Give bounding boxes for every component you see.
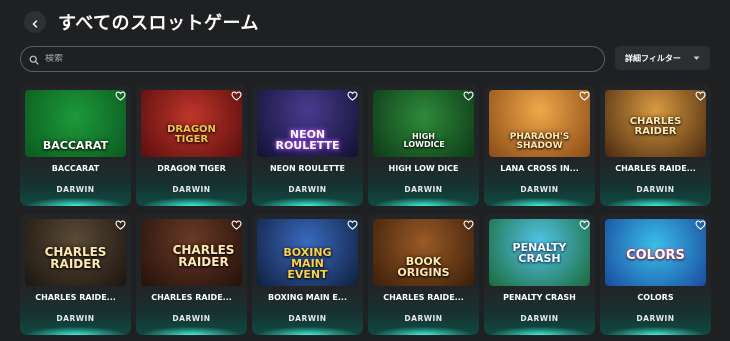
heart-outline-icon[interactable] xyxy=(694,219,706,231)
thumbnail-logo: HIGH LOWDICE xyxy=(403,132,445,149)
game-thumbnail[interactable]: CHARLES RAIDER xyxy=(141,219,242,286)
game-name: CHARLES RAIDE... xyxy=(383,293,464,302)
game-card[interactable]: NEON ROULETTE NEON ROULETTE DARWIN xyxy=(252,85,363,206)
filter-label: 詳細フィルター xyxy=(625,53,681,63)
game-thumbnail[interactable]: HIGH LOWDICE xyxy=(373,90,474,157)
game-card[interactable]: PENALTY CRASH PENALTY CRASH DARWIN xyxy=(484,214,595,335)
game-thumbnail[interactable]: CHARLES RAIDER xyxy=(605,90,706,157)
game-thumbnail[interactable]: PENALTY CRASH xyxy=(489,219,590,286)
game-card[interactable]: CHARLES RAIDER CHARLES RAIDE... DARWIN xyxy=(136,214,247,335)
provider-name: DARWIN xyxy=(404,314,443,323)
thumbnail-logo: PENALTY CRASH xyxy=(512,241,567,265)
heart-outline-icon[interactable] xyxy=(694,90,706,102)
game-name: LANA CROSS IN... xyxy=(500,164,579,173)
game-name: CHARLES RAIDE... xyxy=(615,164,696,173)
provider-name: DARWIN xyxy=(288,314,327,323)
game-name: CHARLES RAIDE... xyxy=(35,293,116,302)
game-card[interactable]: HIGH LOWDICE HIGH LOW DICE DARWIN xyxy=(368,85,479,206)
game-card[interactable]: COLORS COLORS DARWIN xyxy=(600,214,711,335)
thumbnail-logo: CHARLES RAIDER xyxy=(44,245,107,271)
game-card[interactable]: CHARLES RAIDER CHARLES RAIDE... DARWIN xyxy=(20,214,131,335)
caret-down-icon xyxy=(693,54,700,63)
heart-outline-icon[interactable] xyxy=(230,90,242,102)
game-card[interactable]: PHARAOH'S SHADOW LANA CROSS IN... DARWIN xyxy=(484,85,595,206)
provider-name: DARWIN xyxy=(520,185,559,194)
provider-name: DARWIN xyxy=(288,185,327,194)
heart-outline-icon[interactable] xyxy=(462,219,474,231)
provider-name: DARWIN xyxy=(56,185,95,194)
advanced-filter-button[interactable]: 詳細フィルター xyxy=(615,46,710,70)
game-thumbnail[interactable]: BOOK ORIGINS xyxy=(373,219,474,286)
thumbnail-logo: DRAGON TIGER xyxy=(167,124,216,145)
thumbnail-logo: BOXING MAIN EVENT xyxy=(283,246,332,281)
search-input[interactable] xyxy=(45,54,604,64)
game-card[interactable]: CHARLES RAIDER CHARLES RAIDE... DARWIN xyxy=(600,85,711,206)
heart-outline-icon[interactable] xyxy=(114,219,126,231)
game-thumbnail[interactable]: CHARLES RAIDER xyxy=(25,219,126,286)
game-name: PENALTY CRASH xyxy=(503,293,576,302)
game-name: DRAGON TIGER xyxy=(157,164,226,173)
game-thumbnail[interactable]: DRAGON TIGER xyxy=(141,90,242,157)
provider-name: DARWIN xyxy=(520,314,559,323)
thumbnail-logo: BOOK ORIGINS xyxy=(397,255,450,279)
thumbnail-logo: CHARLES RAIDER xyxy=(629,116,682,137)
provider-name: DARWIN xyxy=(172,185,211,194)
page-title: すべてのスロットゲーム xyxy=(58,13,259,34)
game-name: COLORS xyxy=(637,293,674,302)
game-name: CHARLES RAIDE... xyxy=(151,293,232,302)
search-icon xyxy=(29,50,39,69)
game-thumbnail[interactable]: BOXING MAIN EVENT xyxy=(257,219,358,286)
heart-outline-icon[interactable] xyxy=(462,90,474,102)
heart-outline-icon[interactable] xyxy=(230,219,242,231)
game-name: HIGH LOW DICE xyxy=(388,164,459,173)
game-thumbnail[interactable]: COLORS xyxy=(605,219,706,286)
game-thumbnail[interactable]: PHARAOH'S SHADOW xyxy=(489,90,590,157)
provider-name: DARWIN xyxy=(636,314,675,323)
thumbnail-logo: NEON ROULETTE xyxy=(275,128,340,152)
game-name: BOXING MAIN E... xyxy=(268,293,347,302)
game-name: NEON ROULETTE xyxy=(269,164,346,173)
game-card[interactable]: DRAGON TIGER DRAGON TIGER DARWIN xyxy=(136,85,247,206)
game-thumbnail[interactable]: BACCARAT xyxy=(25,90,126,157)
game-name: BACCARAT xyxy=(51,164,100,173)
game-grid: BACCARAT BACCARAT DARWIN DRAGON TIGER DR… xyxy=(20,85,711,335)
chevron-left-icon xyxy=(31,13,39,32)
heart-outline-icon[interactable] xyxy=(578,219,590,231)
thumbnail-logo: COLORS xyxy=(626,248,685,263)
provider-name: DARWIN xyxy=(404,185,443,194)
heart-outline-icon[interactable] xyxy=(578,90,590,102)
game-thumbnail[interactable]: NEON ROULETTE xyxy=(257,90,358,157)
thumbnail-logo: CHARLES RAIDER xyxy=(172,243,235,269)
game-card[interactable]: BOOK ORIGINS CHARLES RAIDE... DARWIN xyxy=(368,214,479,335)
back-button[interactable] xyxy=(24,11,46,33)
heart-outline-icon[interactable] xyxy=(346,90,358,102)
heart-outline-icon[interactable] xyxy=(114,90,126,102)
provider-name: DARWIN xyxy=(636,185,675,194)
search-bar[interactable] xyxy=(20,46,605,72)
provider-name: DARWIN xyxy=(56,314,95,323)
game-card[interactable]: BOXING MAIN EVENT BOXING MAIN E... DARWI… xyxy=(252,214,363,335)
provider-name: DARWIN xyxy=(172,314,211,323)
game-card[interactable]: BACCARAT BACCARAT DARWIN xyxy=(20,85,131,206)
thumbnail-logo: PHARAOH'S SHADOW xyxy=(509,132,570,151)
heart-outline-icon[interactable] xyxy=(346,219,358,231)
thumbnail-logo: BACCARAT xyxy=(42,139,109,152)
